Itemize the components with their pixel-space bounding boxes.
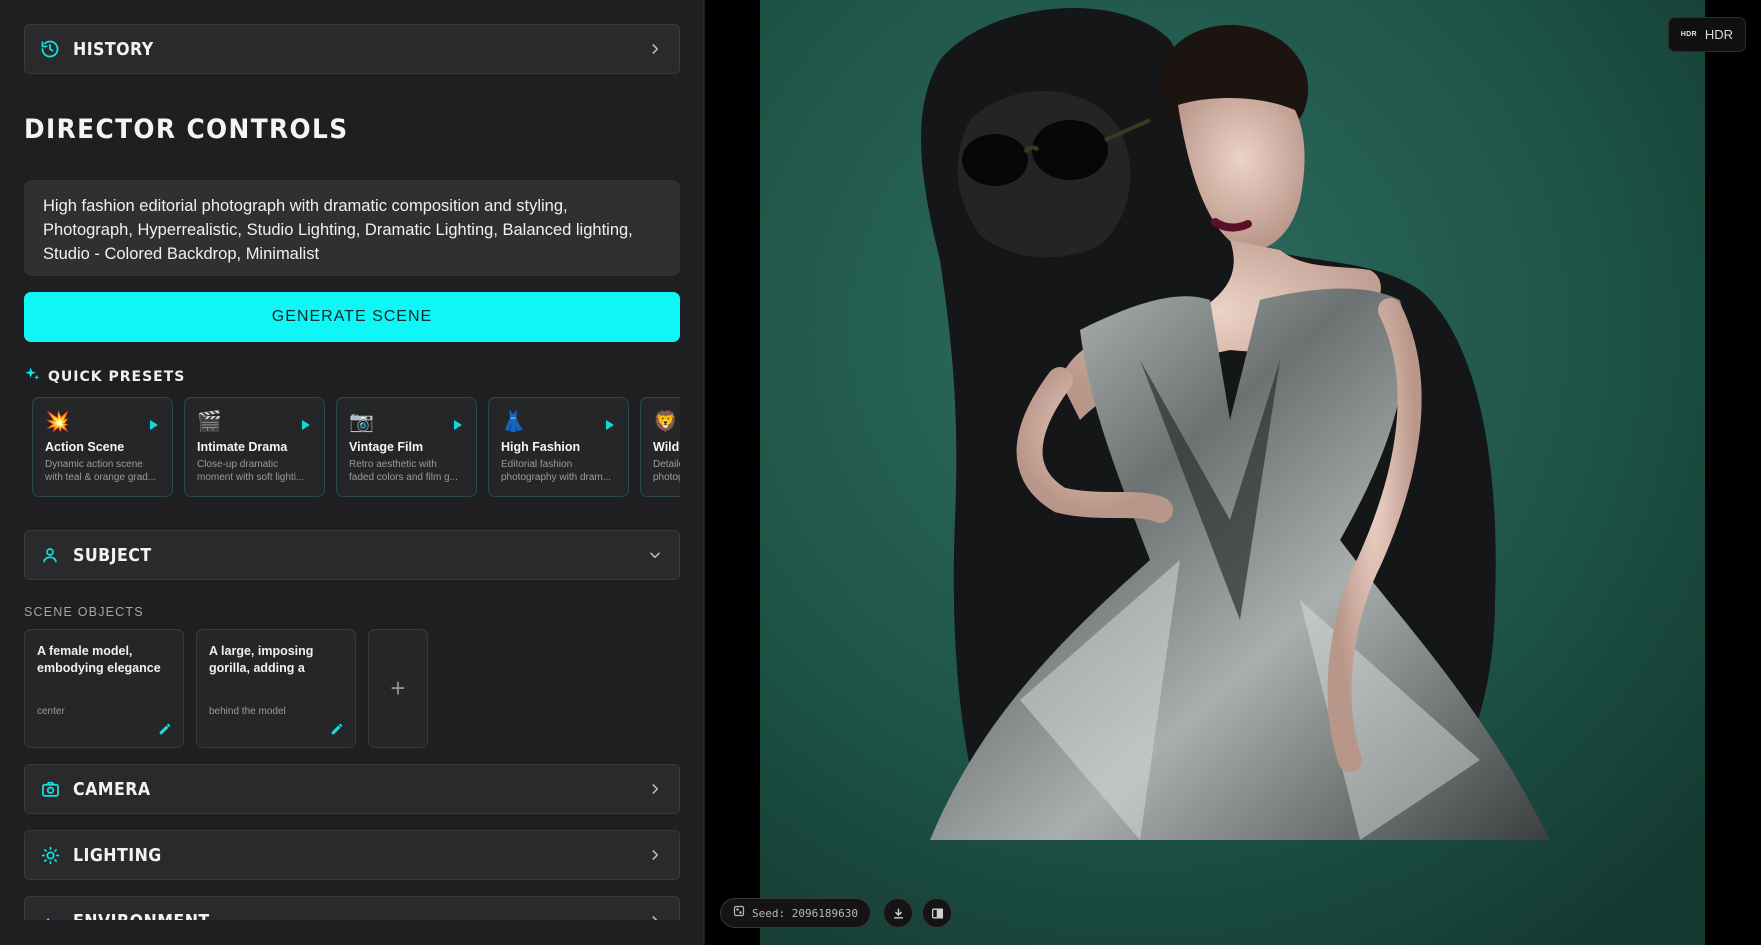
- hdr-toggle[interactable]: HDR HDR: [1667, 17, 1746, 52]
- preset-name: Intimate Drama: [197, 440, 288, 454]
- scene-object-title: A large, imposing gorilla, adding a surr…: [209, 644, 314, 675]
- lighting-section[interactable]: LIGHTING: [24, 830, 680, 880]
- prompt-input[interactable]: High fashion editorial photograph with d…: [24, 180, 680, 276]
- camera-section[interactable]: CAMERA: [24, 764, 680, 814]
- preset-high-fashion[interactable]: 👗 High Fashion Editorial fashion photogr…: [488, 397, 629, 497]
- quick-presets-label: QUICK PRESETS: [48, 368, 186, 385]
- sun-icon: [39, 844, 61, 866]
- quick-presets-header: QUICK PRESETS: [24, 366, 185, 387]
- add-scene-object-button[interactable]: +: [368, 629, 428, 748]
- play-icon: [150, 420, 158, 430]
- lighting-label: LIGHTING: [73, 844, 162, 866]
- dress-icon: 👗: [501, 411, 526, 433]
- scene-object-card[interactable]: A large, imposing gorilla, adding a surr…: [196, 629, 356, 748]
- pencil-icon[interactable]: [158, 722, 172, 736]
- image-viewer: HDR HDR Seed: 2096189630: [705, 0, 1761, 945]
- compare-button[interactable]: [922, 898, 952, 928]
- history-icon: [39, 38, 61, 60]
- camera-icon: [39, 778, 61, 800]
- app: HISTORY DIRECTOR CONTROLS High fashion e…: [0, 0, 1761, 945]
- generated-image-illustration: [760, 0, 1705, 945]
- preset-description: Detailed wildlife photography...: [653, 459, 680, 483]
- scene-object-position: behind the model: [209, 706, 286, 717]
- chevron-right-icon: [645, 39, 665, 59]
- play-icon: [454, 420, 462, 430]
- director-panel: HISTORY DIRECTOR CONTROLS High fashion e…: [0, 0, 704, 945]
- explosion-icon: 💥: [45, 411, 70, 433]
- seed-value: Seed: 2096189630: [752, 906, 858, 920]
- compare-icon: [931, 908, 943, 918]
- history-label: HISTORY: [73, 38, 154, 60]
- person-icon: [39, 544, 61, 566]
- history-section[interactable]: HISTORY: [24, 24, 680, 74]
- subject-label: SUBJECT: [73, 544, 152, 566]
- preset-description: Dynamic action scene with teal & orange …: [45, 459, 157, 483]
- preset-wildlife[interactable]: 🦁 Wildlife Detailed wildlife photography…: [640, 397, 680, 497]
- download-icon: [893, 907, 903, 919]
- pencil-icon[interactable]: [330, 722, 344, 736]
- download-button[interactable]: [883, 898, 913, 928]
- sparkles-icon: [24, 366, 40, 387]
- scene-object-position: center: [37, 706, 65, 717]
- preset-description: Retro aesthetic with faded colors and fi…: [349, 459, 458, 483]
- chevron-down-icon: [645, 545, 665, 565]
- chevron-right-icon: [645, 845, 665, 865]
- preset-action-scene[interactable]: 💥 Action Scene Dynamic action scene with…: [32, 397, 173, 497]
- lion-icon: 🦁: [653, 411, 678, 433]
- hdr-icon: HDR: [1680, 31, 1697, 38]
- hdr-label: HDR: [1704, 27, 1733, 42]
- preset-name: Action Scene: [45, 440, 125, 454]
- preset-name: High Fashion: [501, 440, 581, 454]
- scene-objects-label: SCENE OBJECTS: [24, 605, 144, 619]
- scene-object-title: A female model, embodying elegance a...: [37, 644, 161, 675]
- preset-vintage-film[interactable]: 📷 Vintage Film Retro aesthetic with fade…: [336, 397, 477, 497]
- play-icon: [302, 420, 310, 430]
- generate-scene-button[interactable]: GENERATE SCENE: [24, 292, 680, 342]
- seed-badge[interactable]: Seed: 2096189630: [720, 898, 871, 928]
- subject-section[interactable]: SUBJECT: [24, 530, 680, 580]
- generated-image: [760, 0, 1705, 945]
- preset-description: Editorial fashion photography with dram.…: [501, 459, 612, 483]
- camera-label: CAMERA: [73, 778, 151, 800]
- dice-icon: [733, 904, 745, 922]
- camera-emoji-icon: 📷: [349, 411, 374, 433]
- chevron-right-icon: [645, 779, 665, 799]
- preset-name: Wildlife: [653, 440, 680, 454]
- play-icon: [606, 420, 614, 430]
- preset-description: Close-up dramatic moment with soft light…: [197, 459, 305, 483]
- panel-bottom-fade: [0, 920, 703, 945]
- preset-carousel[interactable]: 💥 Action Scene Dynamic action scene with…: [24, 397, 680, 499]
- scene-object-card[interactable]: A female model, embodying elegance a... …: [24, 629, 184, 748]
- clapperboard-icon: 🎬: [197, 411, 222, 433]
- page-title: DIRECTOR CONTROLS: [24, 114, 349, 145]
- preset-name: Vintage Film: [349, 440, 424, 454]
- preset-intimate-drama[interactable]: 🎬 Intimate Drama Close-up dramatic momen…: [184, 397, 325, 497]
